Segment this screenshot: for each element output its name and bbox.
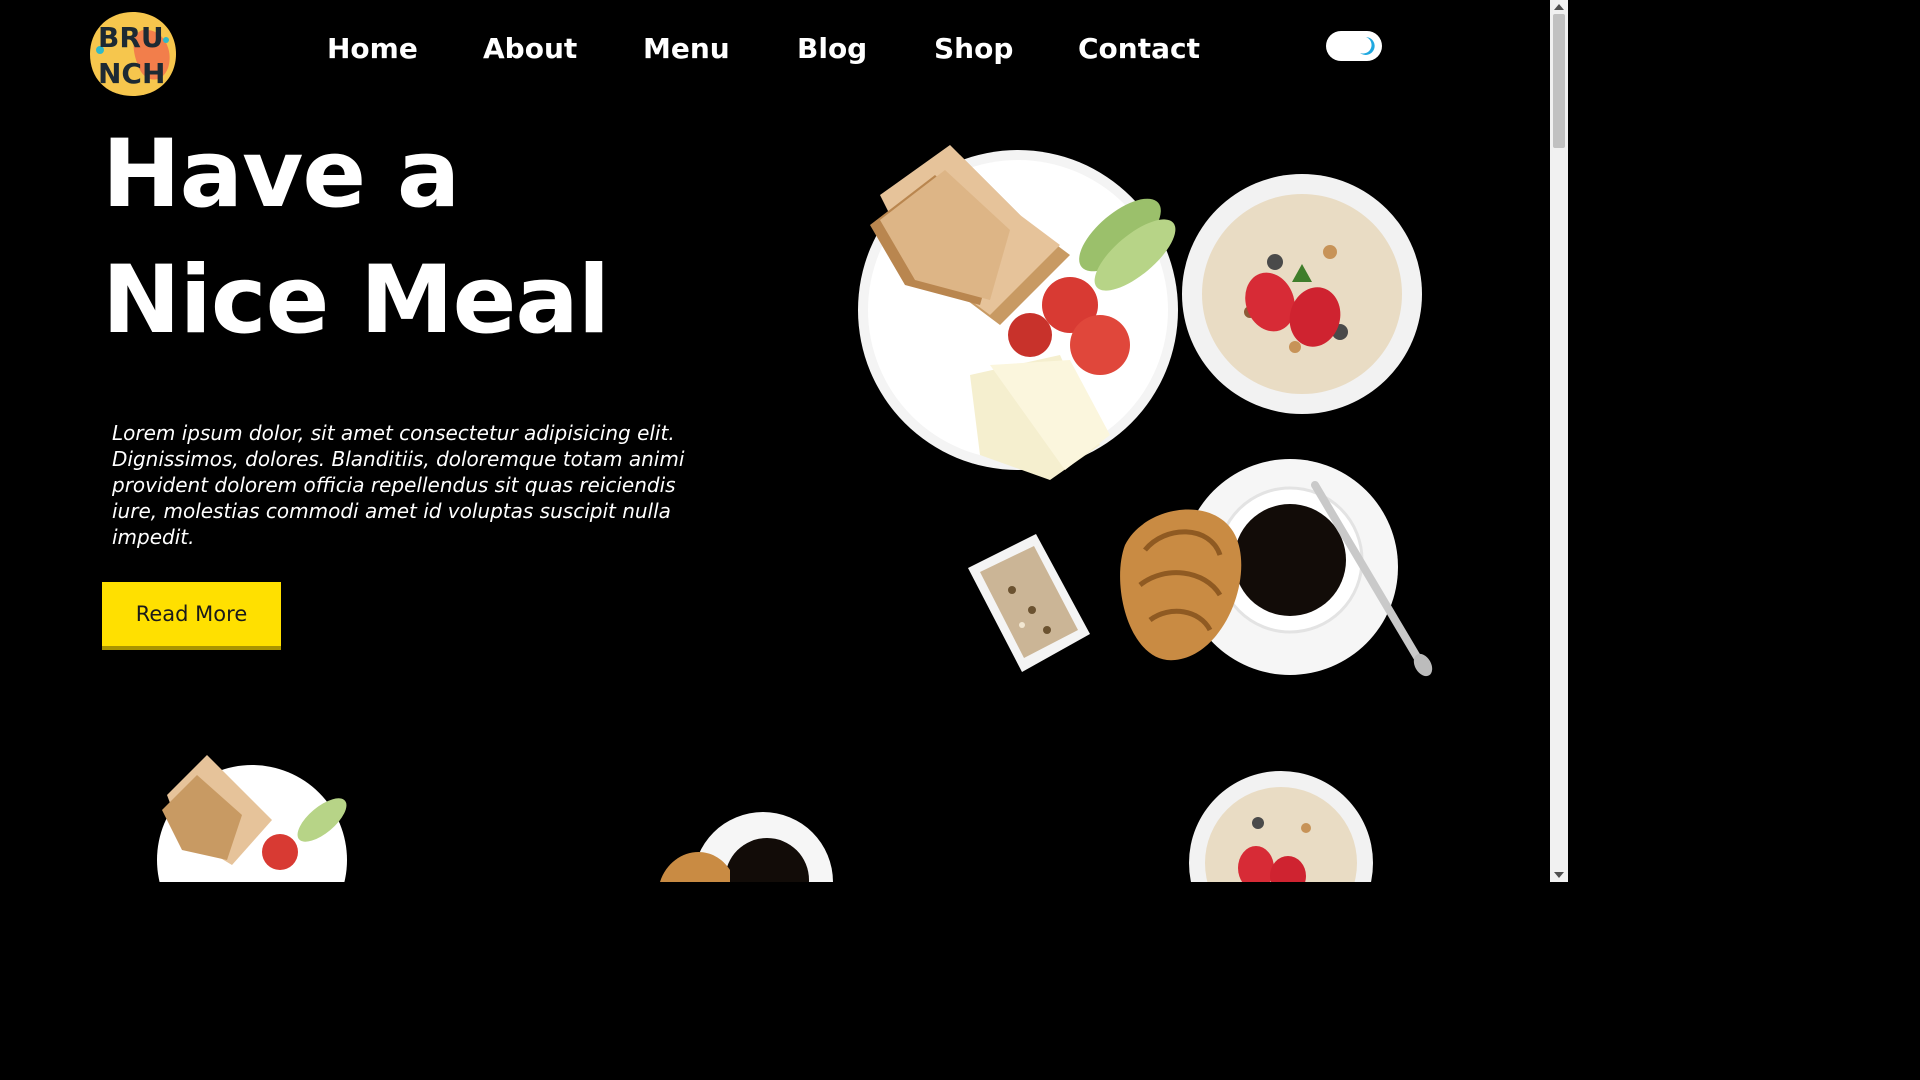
logo-text: BRU NCH (98, 21, 166, 90)
theme-toggle[interactable] (1326, 31, 1382, 61)
nav-blog[interactable]: Blog (797, 28, 867, 70)
brand-logo[interactable]: BRU NCH (88, 10, 178, 98)
coffee-croissant-image (1120, 459, 1433, 677)
toast-plate-image-small (157, 755, 347, 882)
hero-title: Have a Nice Meal (102, 120, 610, 355)
toast-plate-image (858, 145, 1178, 480)
nav-shop[interactable]: Shop (934, 28, 1013, 70)
muesli-bowl-image-small (1189, 771, 1373, 882)
read-more-button[interactable]: Read More (102, 582, 281, 646)
granola-dish-image (968, 534, 1090, 672)
nav-home[interactable]: Home (327, 28, 418, 70)
coffee-croissant-image-small (660, 812, 833, 882)
nav-menu[interactable]: Menu (643, 28, 730, 70)
nav-contact[interactable]: Contact (1078, 28, 1200, 70)
page-scrollbar[interactable] (1550, 0, 1568, 882)
hero-description: Lorem ipsum dolor, sit amet consectetur … (112, 421, 685, 549)
nav-about[interactable]: About (483, 28, 577, 70)
muesli-bowl-image (1182, 174, 1422, 414)
moon-icon (1360, 37, 1375, 55)
scroll-up-icon[interactable] (1554, 4, 1564, 10)
scroll-down-icon[interactable] (1554, 872, 1564, 878)
scrollbar-thumb[interactable] (1553, 14, 1565, 148)
